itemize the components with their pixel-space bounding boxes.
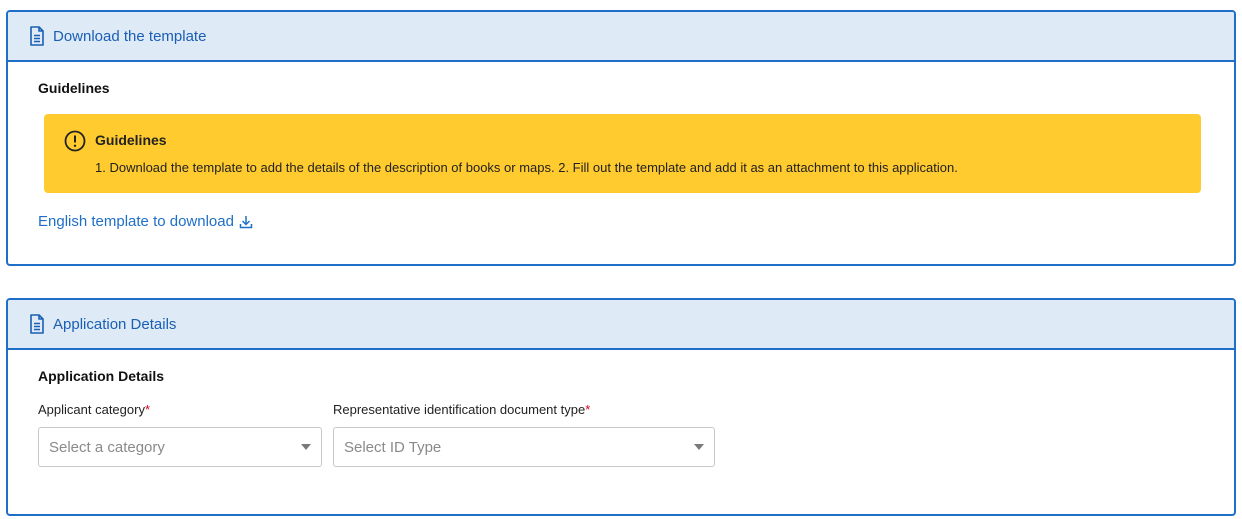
alert-text: 1. Download the template to add the deta… [95,160,958,175]
download-link-label: English template to download [38,213,234,230]
document-icon [28,314,46,334]
guidelines-alert: Guidelines 1. Download the template to a… [44,114,1201,193]
required-mark: * [144,402,151,417]
card-title: Application Details [53,315,177,333]
id-document-type-label: Representative identification document t… [333,402,590,417]
card-header: Application Details [8,300,1234,350]
section-title: Application Details [38,368,165,384]
alert-title: Guidelines [95,132,167,148]
applicant-category-select[interactable]: Select a category [38,427,322,467]
exclamation-circle-icon [64,130,86,152]
download-icon [239,215,253,229]
section-title: Guidelines [38,80,110,96]
field-label-text: Representative identification document t… [333,402,586,417]
applicant-category-label: Applicant category* [38,402,150,417]
download-template-card: Download the template Guidelines Guideli… [6,10,1236,266]
card-header: Download the template [8,12,1234,62]
select-placeholder: Select ID Type [344,438,442,456]
document-icon [28,26,46,46]
required-mark: * [585,402,591,417]
application-details-card: Application Details Application Details … [6,298,1236,516]
field-label-text: Applicant category [38,402,145,417]
select-placeholder: Select a category [49,438,165,456]
chevron-down-icon [694,444,704,450]
id-type-select[interactable]: Select ID Type [333,427,715,467]
card-title: Download the template [53,27,207,45]
english-template-download-link[interactable]: English template to download [38,213,253,230]
chevron-down-icon [301,444,311,450]
